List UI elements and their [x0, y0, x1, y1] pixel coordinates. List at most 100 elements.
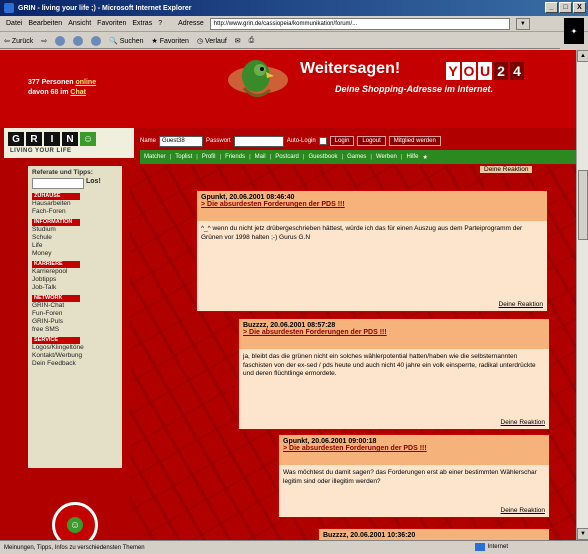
nav-games[interactable]: Games — [345, 154, 368, 160]
sidebar-item[interactable]: Hausarbeiten — [32, 200, 118, 208]
menu-extras[interactable]: Extras — [132, 20, 152, 27]
nav-guestbook[interactable]: Guestbook — [306, 154, 339, 160]
ie-icon — [4, 3, 14, 13]
nav-werben[interactable]: Werben — [374, 154, 399, 160]
sidebar-item[interactable]: Logos/Klingeltöne — [32, 344, 118, 352]
sidebar-item[interactable]: Fach-Foren — [32, 208, 118, 216]
menu-help[interactable]: ? — [158, 20, 162, 27]
scrollbar-thumb[interactable] — [578, 170, 588, 240]
sidebar-item[interactable]: Studium — [32, 226, 118, 234]
autologin-label: Auto-Login — [286, 138, 316, 144]
sidebar-section-title: SERVICE — [32, 337, 80, 344]
shopping-slogan[interactable]: Deine Shopping-Adresse im Internet. — [335, 84, 493, 94]
you24-letter: O — [462, 62, 476, 80]
stop-icon[interactable] — [55, 35, 66, 46]
forum-post: Buzzzz, 20.06.2001 10:36:20 — [318, 528, 550, 540]
vertical-scrollbar[interactable]: ▲ ▼ — [576, 50, 588, 540]
nav-toplist[interactable]: Toplist — [173, 154, 194, 160]
forum-post: Gpunkt, 20.06.2001 09:00:18 > Die absurd… — [278, 434, 550, 518]
print-icon[interactable]: ⎙ — [249, 37, 255, 45]
nav-mail[interactable]: Mail — [253, 154, 268, 160]
name-input[interactable]: Guest38 — [159, 135, 204, 147]
post-subject[interactable]: > Die absurdesten Forderungen der PDS !!… — [243, 329, 545, 336]
nav-separator: | — [341, 154, 344, 160]
nav-separator: | — [169, 154, 172, 160]
maximize-button[interactable]: □ — [559, 2, 572, 13]
menu-ansicht[interactable]: Ansicht — [68, 20, 91, 27]
scroll-down-icon[interactable]: ▼ — [577, 528, 588, 540]
nav-separator: | — [219, 154, 222, 160]
login-button[interactable]: Login — [329, 136, 355, 146]
grin-logo[interactable]: G R I N ☺ LIVING YOUR LIFE — [4, 128, 134, 158]
menu-datei[interactable]: Datei — [6, 20, 22, 27]
sidebar-search-input[interactable] — [32, 178, 84, 189]
sidebar-item[interactable]: free SMS — [32, 326, 118, 334]
sidebar-item[interactable]: Karrierepool — [32, 268, 118, 276]
parrot-illustration — [228, 60, 288, 97]
password-input[interactable] — [233, 135, 284, 147]
address-input[interactable]: http://www.grin.de/cassiopeia/kommunikat… — [209, 17, 510, 30]
nav-hilfe[interactable]: Hilfe — [404, 154, 420, 160]
history-button[interactable]: ◷ Verlauf — [197, 37, 227, 45]
address-dropdown-button[interactable]: ▼ — [515, 17, 530, 30]
search-button[interactable]: 🔍 Suchen — [109, 37, 143, 45]
page-content: 377 Personen online davon 68 im Chat Wei… — [0, 50, 576, 540]
star-icon[interactable]: ★ — [420, 154, 429, 161]
menu-bearbeiten[interactable]: Bearbeiten — [28, 20, 62, 27]
post-header: Gpunkt, 20.06.2001 09:00:18 > Die absurd… — [279, 435, 549, 465]
post-author[interactable]: Gpunkt, 20.06.2001 09:00:18 — [283, 438, 545, 445]
post-header: Buzzzz, 20.06.2001 08:57:28 > Die absurd… — [239, 319, 549, 349]
close-button[interactable]: X — [573, 2, 586, 13]
sidebar-item[interactable]: Dein Feedback — [32, 360, 118, 368]
grin-circle-logo[interactable]: ☺ — [52, 502, 98, 540]
nav-friends[interactable]: Friends — [223, 154, 247, 160]
weitersagen-headline[interactable]: Weitersagen! — [300, 60, 400, 78]
menu-favoriten[interactable]: Favoriten — [97, 20, 126, 27]
left-sidebar: Referate und Tipps: Los! ZUHAUSE Hausarb… — [28, 166, 122, 468]
sidebar-search-button[interactable]: Los! — [86, 178, 101, 189]
back-button[interactable]: ⇦ Zurück — [4, 37, 33, 45]
post-subject[interactable]: > Die absurdesten Forderungen der PDS !!… — [201, 201, 543, 208]
sidebar-item[interactable]: Schule — [32, 234, 118, 242]
sidebar-item[interactable]: Life — [32, 242, 118, 250]
nav-matcher[interactable]: Matcher — [142, 154, 168, 160]
nav-profil[interactable]: Profil — [200, 154, 218, 160]
reply-link[interactable]: Deine Reaktion — [501, 507, 545, 514]
mail-icon[interactable]: ✉ — [235, 37, 241, 45]
post-author[interactable]: Buzzzz, 20.06.2001 08:57:28 — [243, 322, 545, 329]
security-zone: Internet — [474, 543, 508, 551]
scroll-up-icon[interactable]: ▲ — [577, 50, 588, 62]
reply-link[interactable]: Deine Reaktion — [480, 166, 533, 173]
you24-logo[interactable]: Y O U 2 4 — [446, 62, 524, 80]
sidebar-item[interactable]: Job-Talk — [32, 284, 118, 292]
post-author[interactable]: Buzzzz, 20.06.2001 10:36:20 — [323, 532, 545, 539]
login-bar: Name Guest38 Passwort Auto-Login Login L… — [140, 134, 576, 148]
nav-separator: | — [196, 154, 198, 160]
register-button[interactable]: Mitglied werden — [388, 136, 441, 146]
reply-link[interactable]: Deine Reaktion — [501, 419, 545, 426]
nav-separator: | — [400, 154, 403, 160]
sidebar-item[interactable]: Money — [32, 250, 118, 258]
refresh-icon[interactable] — [73, 35, 84, 46]
forward-icon[interactable]: ⇨ — [41, 37, 47, 45]
smiley-icon: ☺ — [80, 132, 96, 146]
post-author[interactable]: Gpunkt, 20.06.2001 08:46:40 — [201, 194, 543, 201]
sidebar-item[interactable]: Kontakt/Werbung — [32, 352, 118, 360]
chat-link[interactable]: Chat — [70, 89, 86, 96]
home-icon[interactable] — [91, 35, 102, 46]
sidebar-item[interactable]: GRIN-Puls — [32, 318, 118, 326]
autologin-checkbox[interactable] — [318, 137, 327, 145]
post-subject[interactable]: > Die absurdesten Forderungen der PDS !!… — [283, 445, 545, 452]
sidebar-section-karriere: KARRIERE Karrierepool Jobtipps Job-Talk — [32, 261, 118, 292]
sidebar-item[interactable]: Fun-Foren — [32, 310, 118, 318]
sidebar-section-title: KARRIERE — [32, 261, 80, 268]
reply-link[interactable]: Deine Reaktion — [499, 301, 543, 308]
sidebar-item[interactable]: Jobtipps — [32, 276, 118, 284]
nav-postcard[interactable]: Postcard — [273, 154, 301, 160]
favorites-button[interactable]: ★ Favoriten — [152, 37, 189, 45]
minimize-button[interactable]: _ — [545, 2, 558, 13]
logout-button[interactable]: Logout — [357, 136, 386, 146]
online-link[interactable]: online — [75, 79, 96, 86]
forum-post: Buzzzz, 20.06.2001 08:57:28 > Die absurd… — [238, 318, 550, 430]
sidebar-item[interactable]: GRIN-Chat — [32, 302, 118, 310]
